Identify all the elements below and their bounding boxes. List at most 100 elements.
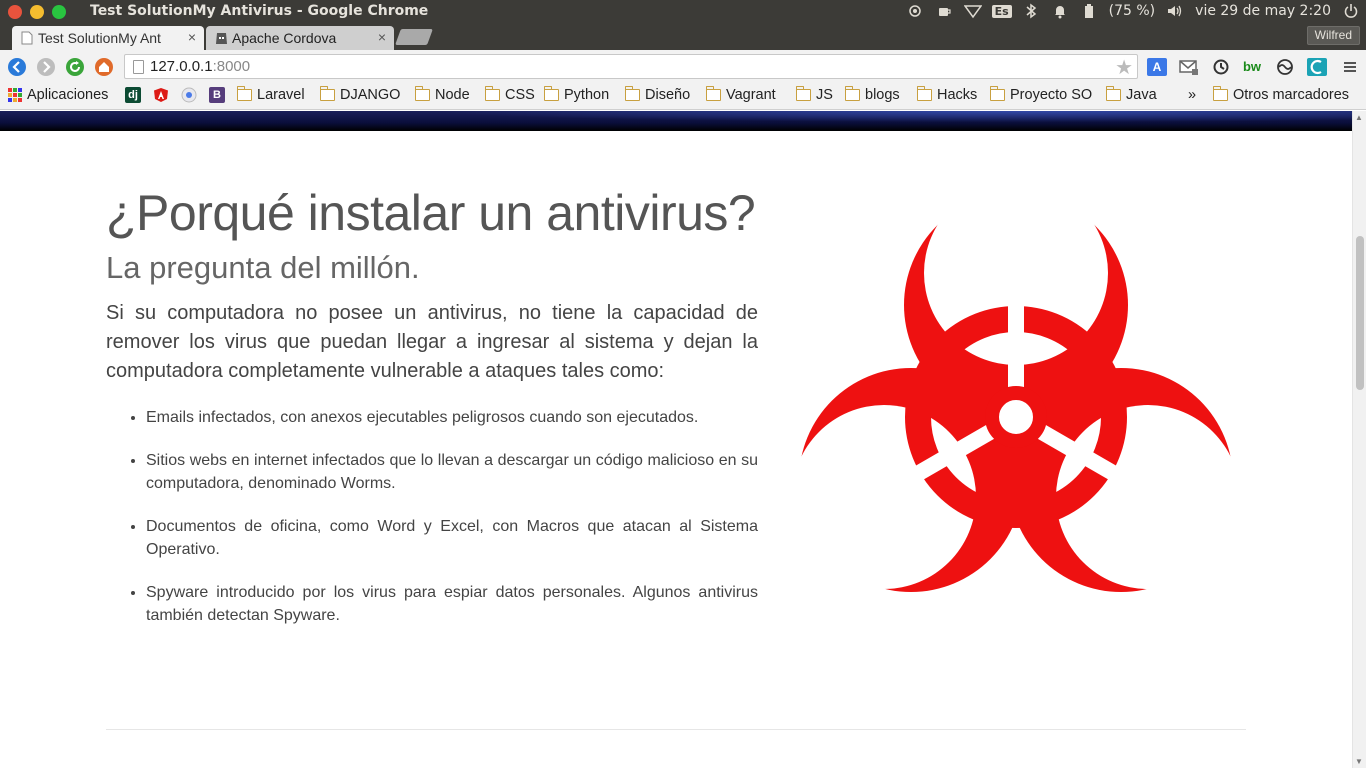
- browser-toolbar: 127.0.0.1:8000 ★ A bw: [0, 50, 1366, 83]
- page-info-icon[interactable]: [133, 60, 144, 74]
- page-viewport: ¿Porqué instalar un antivirus? La pregun…: [0, 111, 1352, 768]
- notification-bell-icon[interactable]: [1051, 3, 1069, 19]
- bookmark-folder-java[interactable]: Java: [1105, 86, 1157, 103]
- bookmark-folder-diseno[interactable]: Diseño: [624, 86, 690, 103]
- bookmark-folder-python[interactable]: Python: [543, 86, 609, 103]
- bookmark-folder-laravel[interactable]: Laravel: [236, 86, 305, 103]
- page-icon: [21, 31, 33, 45]
- bluetooth-icon[interactable]: [1022, 3, 1040, 19]
- window-maximize-button[interactable]: [52, 5, 66, 19]
- tab-test-solution[interactable]: Test SolutionMy Ant ×: [12, 26, 204, 50]
- folder-icon: [1212, 86, 1228, 101]
- bookmark-angular-icon[interactable]: [153, 87, 169, 103]
- list-item: Documentos de oficina, como Word y Excel…: [146, 515, 758, 561]
- page-subtitle: La pregunta del millón.: [106, 250, 420, 285]
- folder-icon: [795, 86, 811, 101]
- django-icon: dj: [125, 87, 141, 103]
- reload-icon: [70, 61, 80, 72]
- window-minimize-button[interactable]: [30, 5, 44, 19]
- folder-icon: [989, 86, 1005, 101]
- threat-list: Emails infectados, con anexos ejecutable…: [146, 406, 758, 627]
- bookmark-folder-js[interactable]: JS: [795, 86, 833, 103]
- battery-percentage: (75 %): [1108, 3, 1156, 19]
- folder-icon: [414, 86, 430, 101]
- bookmark-folder-node[interactable]: Node: [414, 86, 470, 103]
- tab-close-icon[interactable]: ×: [188, 29, 196, 45]
- folder-icon: [624, 86, 640, 101]
- system-tray: Es (75 %) vie 29 de may 2:20: [906, 3, 1360, 19]
- chrome-icon: [181, 87, 197, 103]
- tab-close-icon[interactable]: ×: [378, 29, 386, 45]
- cordova-icon: [215, 31, 227, 45]
- list-item: Emails infectados, con anexos ejecutable…: [146, 406, 758, 429]
- home-button[interactable]: [95, 58, 113, 76]
- folder-icon: [319, 86, 335, 101]
- apps-grid-icon: [8, 88, 22, 102]
- bookmark-apps[interactable]: Aplicaciones: [8, 87, 108, 103]
- list-item: Sitios webs en internet infectados que l…: [146, 449, 758, 495]
- bookmarks-bar: Aplicaciones dj B Laravel DJANGO Node CS…: [0, 83, 1366, 110]
- scroll-down-arrow-icon[interactable]: ▼: [1355, 757, 1363, 766]
- power-icon[interactable]: [1342, 3, 1360, 19]
- bookmark-folder-blogs[interactable]: blogs: [844, 86, 900, 103]
- folder-icon: [916, 86, 932, 101]
- info-section: ¿Porqué instalar un antivirus? La pregun…: [106, 188, 758, 647]
- builtwith-icon[interactable]: bw: [1242, 58, 1262, 76]
- reload-button[interactable]: [66, 58, 84, 76]
- wifi-icon[interactable]: [963, 3, 982, 19]
- battery-icon[interactable]: [1080, 3, 1098, 19]
- window-close-button[interactable]: [8, 5, 22, 19]
- scroll-thumb[interactable]: [1356, 236, 1364, 390]
- network-status-icon[interactable]: [906, 3, 924, 19]
- bookmark-folder-other[interactable]: Otros marcadores: [1212, 86, 1349, 103]
- url-text[interactable]: 127.0.0.1:8000: [150, 58, 250, 75]
- page-scrollbar[interactable]: ▲ ▼: [1352, 111, 1366, 768]
- folder-icon: [484, 86, 500, 101]
- chrome-menu-icon[interactable]: [1340, 58, 1360, 76]
- lead-paragraph: Si su computadora no posee un antivirus,…: [106, 302, 758, 382]
- wave-extension-icon[interactable]: [1275, 58, 1295, 76]
- bookmark-folder-proyecto-so[interactable]: Proyecto SO: [989, 86, 1092, 103]
- window-controls: [8, 5, 66, 19]
- volume-icon[interactable]: [1166, 3, 1184, 19]
- bookmark-chrome-icon[interactable]: [181, 87, 197, 103]
- section-divider: [106, 729, 1246, 730]
- bookmark-star-icon[interactable]: ★: [1115, 55, 1133, 80]
- folder-icon: [1105, 86, 1121, 101]
- bookmark-django-icon[interactable]: dj: [125, 87, 141, 103]
- coffee-icon[interactable]: [935, 3, 953, 19]
- bootstrap-icon: B: [209, 87, 225, 103]
- list-item: Spyware introducido por los virus para e…: [146, 581, 758, 627]
- scroll-up-arrow-icon[interactable]: ▲: [1355, 113, 1363, 122]
- bookmark-folder-vagrant[interactable]: Vagrant: [705, 86, 776, 103]
- forward-arrow-icon: [43, 61, 51, 73]
- back-arrow-icon: [12, 61, 20, 73]
- profile-button[interactable]: Wilfred: [1306, 26, 1360, 45]
- angular-icon: [154, 88, 168, 102]
- tab-apache-cordova[interactable]: Apache Cordova ×: [206, 26, 394, 50]
- tab-label: Test SolutionMy Ant: [38, 30, 161, 46]
- folder-icon: [705, 86, 721, 101]
- hero-banner-bottom: [0, 111, 1352, 131]
- clock[interactable]: vie 29 de may 2:20: [1195, 3, 1331, 19]
- forward-button[interactable]: [37, 58, 55, 76]
- bookmark-bootstrap-icon[interactable]: B: [209, 87, 225, 103]
- bookmarks-overflow-button[interactable]: »: [1188, 87, 1196, 103]
- bookmark-folder-django[interactable]: DJANGO: [319, 86, 400, 103]
- folder-icon: [236, 86, 252, 101]
- cordova-extension-icon[interactable]: [1307, 58, 1327, 76]
- biohazard-icon: [786, 185, 1246, 615]
- sync-extension-icon[interactable]: [1211, 58, 1231, 76]
- back-button[interactable]: [8, 58, 26, 76]
- keyboard-layout-indicator[interactable]: Es: [991, 3, 1012, 19]
- folder-icon: [543, 86, 559, 101]
- translate-extension-icon[interactable]: A: [1147, 58, 1167, 76]
- mail-checker-icon[interactable]: [1179, 58, 1199, 76]
- folder-icon: [844, 86, 860, 101]
- bookmark-folder-hacks[interactable]: Hacks: [916, 86, 977, 103]
- bookmark-folder-css[interactable]: CSS: [484, 86, 535, 103]
- new-tab-button[interactable]: [395, 29, 433, 45]
- home-icon: [99, 62, 109, 72]
- os-top-bar: Test SolutionMy Antivirus - Google Chrom…: [0, 0, 1366, 24]
- address-bar[interactable]: 127.0.0.1:8000 ★: [124, 54, 1138, 79]
